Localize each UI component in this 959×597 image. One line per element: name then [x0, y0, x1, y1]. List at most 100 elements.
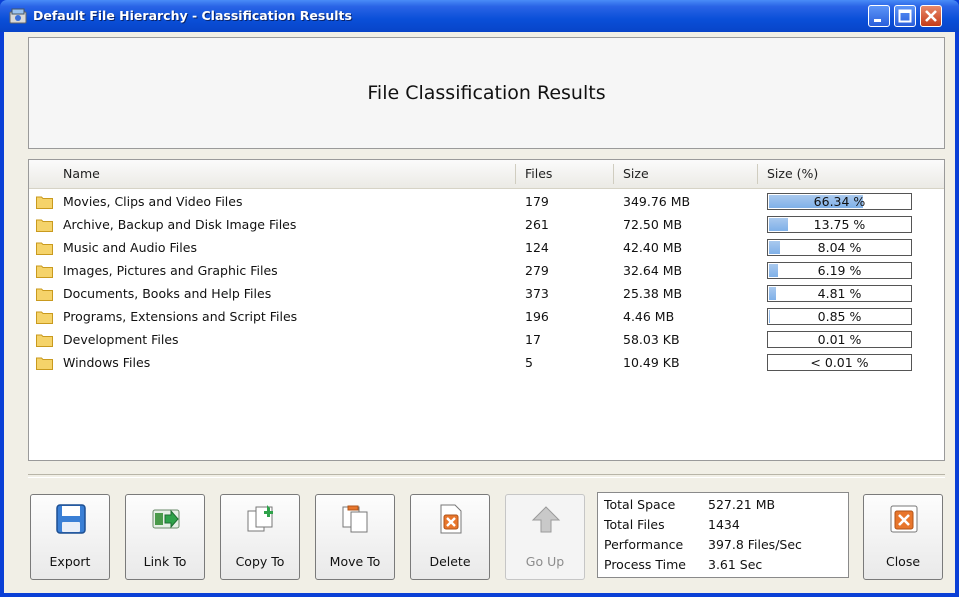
go-up-button[interactable]: Go Up — [505, 494, 585, 580]
minimize-icon — [874, 19, 881, 22]
size-percent-bar: 4.81 % — [767, 285, 912, 302]
percent-label: 0.01 % — [817, 332, 862, 347]
row-name: Programs, Extensions and Script Files — [63, 309, 298, 324]
size-percent-bar: 0.85 % — [767, 308, 912, 325]
title-bar[interactable]: Default File Hierarchy - Classification … — [0, 0, 959, 32]
folder-icon — [36, 265, 53, 278]
results-list[interactable]: Name Files Size Size (%) Movies, Clips a… — [28, 159, 945, 461]
row-files: 261 — [525, 217, 549, 232]
row-files: 179 — [525, 194, 549, 209]
folder-icon — [36, 219, 53, 232]
column-header-files[interactable]: Files — [525, 160, 552, 188]
floppy-disk-icon — [56, 504, 86, 534]
link-to-button[interactable]: Link To — [125, 494, 205, 580]
row-name: Development Files — [63, 332, 179, 347]
total-space-value: 527.21 MB — [708, 497, 776, 512]
row-files: 5 — [525, 355, 533, 370]
performance-row: Performance 397.8 Files/Sec — [604, 537, 802, 552]
performance-label: Performance — [604, 537, 684, 552]
row-name: Documents, Books and Help Files — [63, 286, 272, 301]
size-percent-bar: 0.01 % — [767, 331, 912, 348]
table-row[interactable]: Movies, Clips and Video Files 179 349.76… — [29, 191, 944, 214]
column-divider[interactable] — [613, 164, 614, 184]
column-divider[interactable] — [757, 164, 758, 184]
table-row[interactable]: Development Files 17 58.03 KB 0.01 % — [29, 329, 944, 352]
window-title: Default File Hierarchy - Classification … — [33, 8, 352, 23]
folder-icon — [36, 196, 53, 209]
delete-label: Delete — [429, 554, 471, 569]
percent-label: 66.34 % — [813, 194, 866, 209]
row-size: 58.03 KB — [623, 332, 680, 347]
move-to-label: Move To — [329, 554, 381, 569]
go-up-label: Go Up — [525, 554, 565, 569]
copy-to-label: Copy To — [235, 554, 285, 569]
minimize-button[interactable] — [868, 5, 890, 27]
table-row[interactable]: Music and Audio Files 124 42.40 MB 8.04 … — [29, 237, 944, 260]
row-files: 17 — [525, 332, 541, 347]
process-time-label: Process Time — [604, 557, 686, 572]
percent-label: 13.75 % — [813, 217, 866, 232]
row-name: Archive, Backup and Disk Image Files — [63, 217, 297, 232]
column-divider[interactable] — [515, 164, 516, 184]
size-percent-bar: < 0.01 % — [767, 354, 912, 371]
percent-label: < 0.01 % — [810, 355, 869, 370]
close-icon — [925, 10, 937, 22]
folder-icon — [36, 288, 53, 301]
total-space-row: Total Space 527.21 MB — [604, 497, 775, 512]
performance-value: 397.8 Files/Sec — [708, 537, 802, 552]
close-window-icon — [890, 505, 918, 533]
header-panel: File Classification Results — [28, 37, 945, 149]
folder-icon — [36, 311, 53, 324]
column-header-size-pct[interactable]: Size (%) — [767, 160, 818, 188]
table-row[interactable]: Windows Files 5 10.49 KB < 0.01 % — [29, 352, 944, 375]
folder-icon — [36, 334, 53, 347]
percent-label: 8.04 % — [817, 240, 862, 255]
percent-label: 4.81 % — [817, 286, 862, 301]
row-size: 25.38 MB — [623, 286, 683, 301]
row-size: 10.49 KB — [623, 355, 680, 370]
total-files-value: 1434 — [708, 517, 740, 532]
row-files: 124 — [525, 240, 549, 255]
list-header: Name Files Size Size (%) — [29, 160, 944, 189]
percent-label: 0.85 % — [817, 309, 862, 324]
total-space-label: Total Space — [604, 497, 676, 512]
process-time-row: Process Time 3.61 Sec — [604, 557, 762, 572]
row-size: 72.50 MB — [623, 217, 683, 232]
close-button[interactable]: Close — [863, 494, 943, 580]
folder-icon — [36, 242, 53, 255]
row-files: 373 — [525, 286, 549, 301]
size-percent-bar: 13.75 % — [767, 216, 912, 233]
row-name: Movies, Clips and Video Files — [63, 194, 243, 209]
row-files: 196 — [525, 309, 549, 324]
table-row[interactable]: Programs, Extensions and Script Files 19… — [29, 306, 944, 329]
table-row[interactable]: Archive, Backup and Disk Image Files 261… — [29, 214, 944, 237]
column-header-name[interactable]: Name — [63, 160, 100, 188]
delete-button[interactable]: Delete — [410, 494, 490, 580]
table-row[interactable]: Documents, Books and Help Files 373 25.3… — [29, 283, 944, 306]
window-close-button[interactable] — [920, 5, 942, 27]
close-label: Close — [885, 554, 921, 569]
row-files: 279 — [525, 263, 549, 278]
row-name: Music and Audio Files — [63, 240, 197, 255]
move-to-button[interactable]: Move To — [315, 494, 395, 580]
link-to-label: Link To — [143, 554, 187, 569]
row-size: 32.64 MB — [623, 263, 683, 278]
export-button[interactable]: Export — [30, 494, 110, 580]
maximize-icon — [898, 9, 912, 23]
copy-to-button[interactable]: Copy To — [220, 494, 300, 580]
column-header-size[interactable]: Size — [623, 160, 649, 188]
total-files-row: Total Files 1434 — [604, 517, 740, 532]
up-arrow-icon — [531, 506, 561, 533]
percent-label: 6.19 % — [817, 263, 862, 278]
table-row[interactable]: Images, Pictures and Graphic Files 279 3… — [29, 260, 944, 283]
maximize-button[interactable] — [894, 5, 916, 27]
size-percent-bar: 6.19 % — [767, 262, 912, 279]
row-size: 349.76 MB — [623, 194, 691, 209]
process-time-value: 3.61 Sec — [708, 557, 763, 572]
delete-file-icon — [440, 504, 462, 534]
total-files-label: Total Files — [604, 517, 665, 532]
row-name: Images, Pictures and Graphic Files — [63, 263, 278, 278]
copy-documents-icon — [247, 505, 273, 532]
export-label: Export — [49, 554, 91, 569]
statistics-panel: Total Space 527.21 MB Total Files 1434 Per… — [597, 492, 849, 578]
